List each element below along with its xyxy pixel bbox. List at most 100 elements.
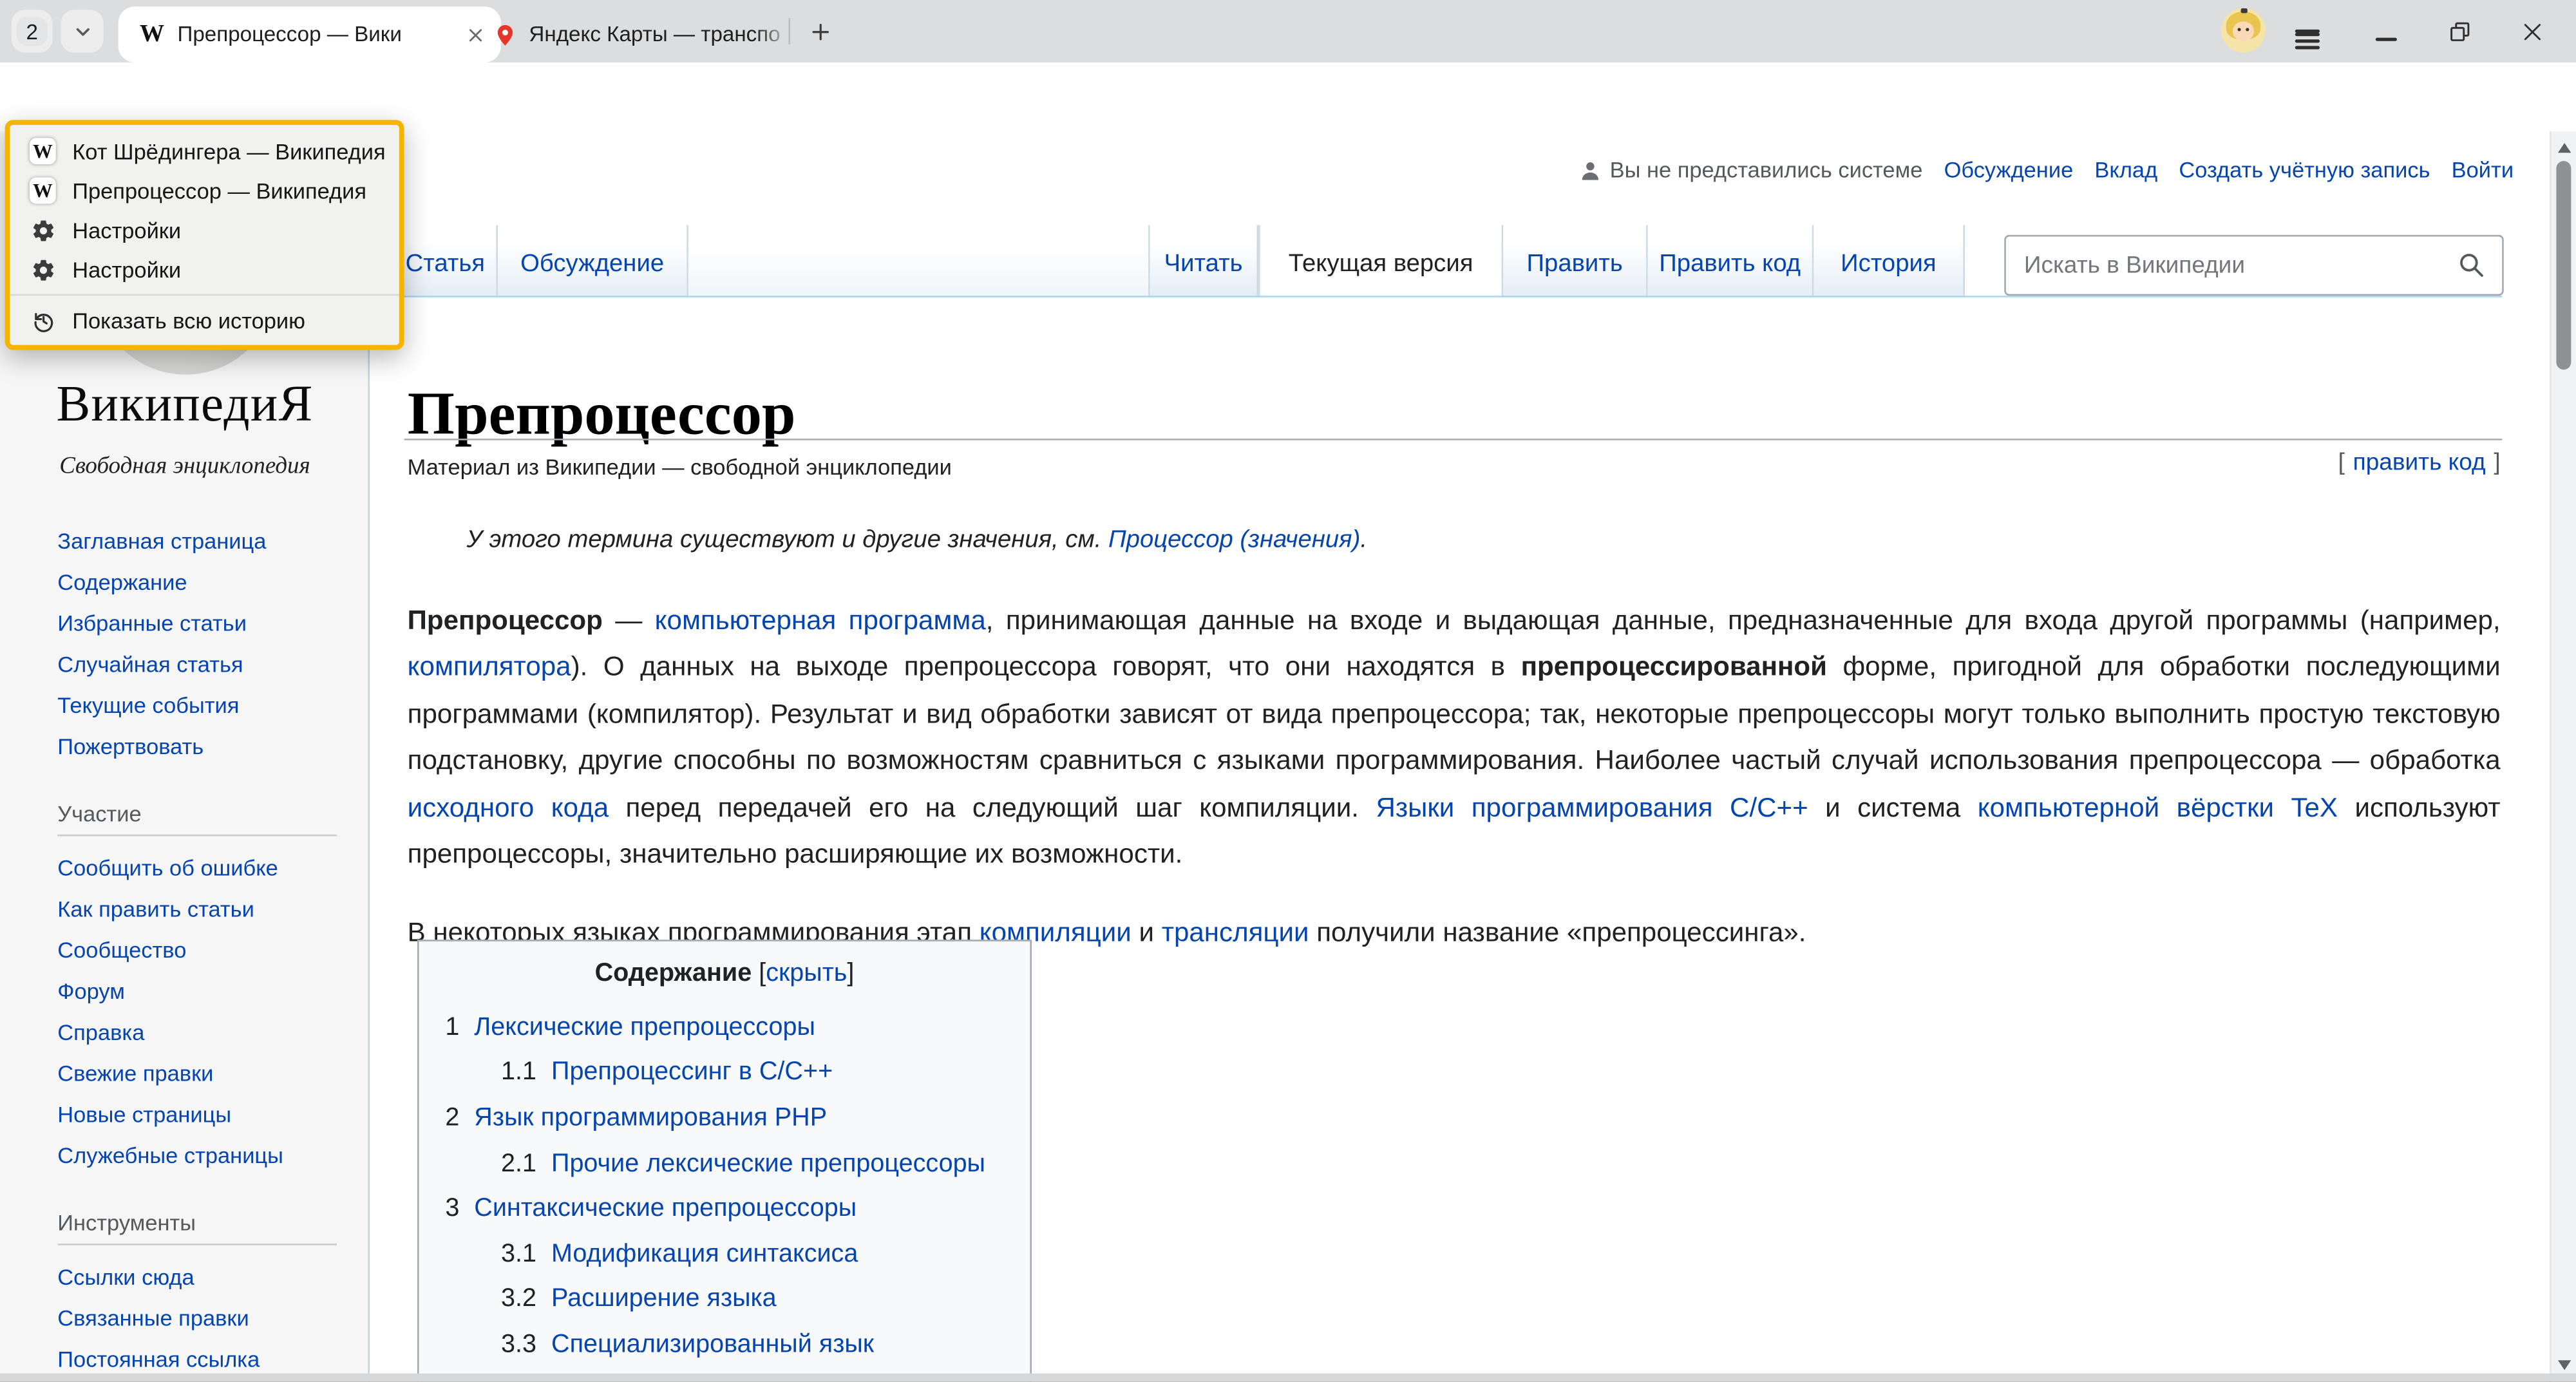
edit-section: [править код] xyxy=(2338,450,2501,477)
sidebar-item-recent-changes[interactable]: Свежие правки xyxy=(57,1061,213,1086)
toc-link[interactable]: Язык программирования PHP xyxy=(474,1104,827,1133)
history-item-label: Настройки xyxy=(72,218,181,242)
sidebar-item-related-changes[interactable]: Связанные правки xyxy=(57,1306,249,1330)
sidebar-item-main-page[interactable]: Заглавная страница xyxy=(57,529,266,553)
tab-bar: 2 W Препроцессор — Вики Яндекс Карты — т… xyxy=(0,0,2576,62)
hatnote: У этого термина существуют и другие знач… xyxy=(466,525,1367,553)
show-full-history-item[interactable]: Показать всю историю xyxy=(10,301,399,340)
minimize-icon xyxy=(2374,37,2396,40)
sidebar-item-featured[interactable]: Избранные статьи xyxy=(57,611,247,636)
link-c-cpp[interactable]: Языки программирования C/C++ xyxy=(1376,793,1808,823)
sidebar-item-what-links-here[interactable]: Ссылки сюда xyxy=(57,1265,194,1289)
tab-edit-source[interactable]: Править код xyxy=(1648,225,1814,297)
toc-link[interactable]: Специализированный язык xyxy=(551,1330,874,1360)
tab-history[interactable]: История xyxy=(1814,225,1965,297)
sidebar-header-tools: Инструменты xyxy=(57,1211,337,1245)
minimize-window-button[interactable] xyxy=(2365,12,2405,51)
personal-link-contributions[interactable]: Вклад xyxy=(2094,158,2157,182)
toc-item: 3.2Расширение языка xyxy=(419,1278,1030,1323)
history-item[interactable]: Настройки xyxy=(10,250,399,289)
history-item[interactable]: W Кот Шрёдингера — Википедия xyxy=(10,131,399,171)
personal-link-talk[interactable]: Обсуждение xyxy=(1944,158,2074,182)
wikipedia-favicon-icon: W xyxy=(30,178,56,204)
link-compiler[interactable]: компилятора xyxy=(408,652,571,682)
toc-item: 3Синтаксические препроцессоры xyxy=(419,1187,1030,1232)
search-input[interactable] xyxy=(2006,236,2454,294)
article-subtitle: Материал из Википедии — свободной энцикл… xyxy=(408,455,952,480)
sidebar-nav-participation: Сообщить об ошибке Как править статьи Со… xyxy=(57,847,283,1176)
link-computer-program[interactable]: компьютерная программа xyxy=(655,605,986,635)
tab-current-version[interactable]: Текущая версия xyxy=(1258,225,1503,297)
tab-group-counter[interactable]: 2 xyxy=(12,10,53,52)
sidebar-item-random[interactable]: Случайная статья xyxy=(57,652,243,677)
browser-menu-button[interactable] xyxy=(2287,12,2326,51)
scroll-up-arrow[interactable] xyxy=(2558,143,2571,153)
plus-icon xyxy=(808,19,832,43)
link-source-code[interactable]: исходного кода xyxy=(408,793,609,823)
page-scrollbar[interactable] xyxy=(2550,131,2576,1381)
map-pin-icon xyxy=(493,22,517,46)
history-item-label: Препроцессор — Википедия xyxy=(72,178,366,203)
link-translation[interactable]: трансляции xyxy=(1162,918,1309,947)
personal-link-create-account[interactable]: Создать учётную запись xyxy=(2179,158,2430,182)
toc-link[interactable]: Прочие лексические препроцессоры xyxy=(551,1150,985,1179)
sidebar-item-special-pages[interactable]: Служебные страницы xyxy=(57,1144,283,1168)
search-button[interactable] xyxy=(2456,250,2486,279)
toc-link[interactable]: Лексические препроцессоры xyxy=(474,1013,815,1043)
toc-item: 1Лексические препроцессоры xyxy=(419,1005,1030,1050)
restore-window-button[interactable] xyxy=(2439,12,2479,51)
sidebar-item-new-pages[interactable]: Новые страницы xyxy=(57,1103,231,1127)
toc-link[interactable]: Модификация синтаксиса xyxy=(551,1240,858,1269)
tab-discussion[interactable]: Обсуждение xyxy=(498,225,688,297)
sidebar-header-participation: Участие xyxy=(57,802,337,837)
sidebar-item-donate[interactable]: Пожертвовать xyxy=(57,734,204,759)
tab-yandex-maps[interactable]: Яндекс Карты — транспо xyxy=(480,6,805,62)
sidebar-item-contents[interactable]: Содержание xyxy=(57,570,187,594)
history-item-label: Кот Шрёдингера — Википедия xyxy=(72,139,385,164)
wikipedia-wordmark[interactable]: ВикипедиЯ xyxy=(0,375,370,434)
tab-strip-spacer xyxy=(688,225,1150,297)
wiki-content: Вы не представились системе Обсуждение В… xyxy=(372,131,2550,1381)
toc-link[interactable]: Синтаксические препроцессоры xyxy=(474,1195,857,1224)
close-window-button[interactable] xyxy=(2512,12,2552,51)
toc-link[interactable]: Расширение языка xyxy=(551,1285,777,1315)
gear-icon xyxy=(30,217,56,243)
chevron-down-icon xyxy=(71,21,93,42)
link-tex[interactable]: компьютерной вёрстки TeX xyxy=(1978,793,2338,823)
tab-preprocessor[interactable]: W Препроцессор — Вики xyxy=(118,6,501,62)
history-item[interactable]: W Препроцессор — Википедия xyxy=(10,171,399,210)
tab-article[interactable]: Статья xyxy=(394,225,498,297)
sidebar-item-help[interactable]: Справка xyxy=(57,1020,144,1045)
scrollbar-thumb[interactable] xyxy=(2556,161,2571,370)
sidebar-item-current-events[interactable]: Текущие события xyxy=(57,694,239,718)
back-history-menu: W Кот Шрёдингера — Википедия W Препроцес… xyxy=(5,120,404,350)
personal-link-login[interactable]: Войти xyxy=(2452,158,2514,182)
wiki-search xyxy=(2004,235,2504,296)
edit-source-link[interactable]: править код xyxy=(2353,450,2486,477)
table-of-contents: Содержание [скрыть] 1Лексические препроц… xyxy=(417,940,1032,1381)
close-icon xyxy=(2519,19,2544,43)
history-item[interactable]: Настройки xyxy=(10,211,399,250)
toc-hide-link[interactable]: скрыть xyxy=(766,960,847,987)
profile-avatar[interactable] xyxy=(2221,8,2266,53)
new-tab-button[interactable] xyxy=(802,13,838,49)
disambiguation-link[interactable]: Процессор (значения) xyxy=(1108,525,1360,553)
sidebar-item-how-to-edit[interactable]: Как править статьи xyxy=(57,897,254,922)
person-icon xyxy=(1578,158,1602,182)
sidebar-item-permanent-link[interactable]: Постоянная ссылка xyxy=(57,1347,260,1372)
scroll-down-arrow[interactable] xyxy=(2558,1360,2571,1370)
menu-divider xyxy=(10,294,399,296)
wikipedia-tagline: Свободная энциклопедия xyxy=(0,453,370,481)
gear-icon xyxy=(30,256,56,283)
toc-link[interactable]: Препроцессинг в C/C++ xyxy=(551,1059,833,1088)
sidebar-item-forum[interactable]: Форум xyxy=(57,979,125,1003)
sidebar-item-community[interactable]: Сообщество xyxy=(57,938,186,963)
tab-read[interactable]: Читать xyxy=(1150,225,1258,297)
tab-edit[interactable]: Править xyxy=(1503,225,1647,297)
history-icon xyxy=(30,307,56,334)
sidebar-item-report-error[interactable]: Сообщить об ошибке xyxy=(57,856,278,880)
history-item-label: Настройки xyxy=(72,257,181,281)
wikipedia-favicon-icon: W xyxy=(30,138,56,164)
tab-title: Препроцессор — Вики xyxy=(178,21,467,48)
tab-list-dropdown-button[interactable] xyxy=(61,10,103,52)
